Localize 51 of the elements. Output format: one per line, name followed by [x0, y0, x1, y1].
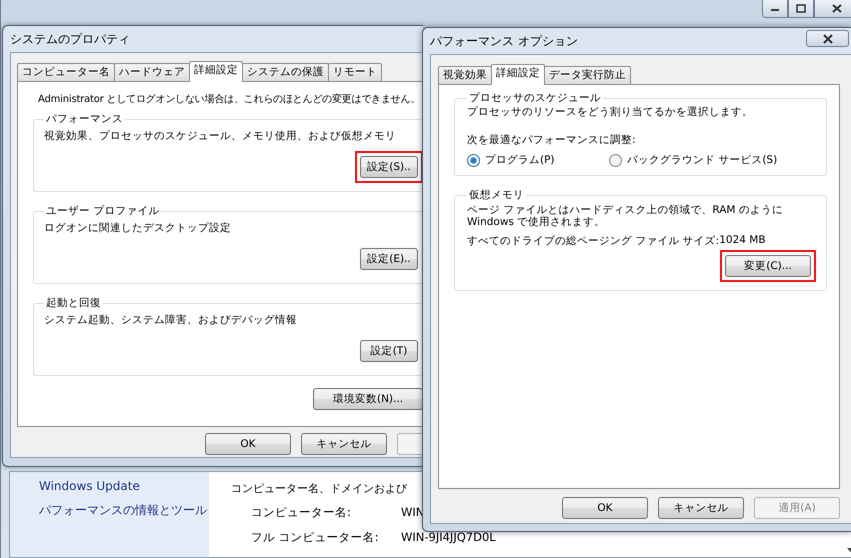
field-label: コンピューター名: — [251, 505, 351, 520]
radio-button[interactable] — [467, 154, 480, 166]
group-title: パフォーマンス — [45, 112, 124, 126]
window-title: パフォーマンス オプション — [429, 33, 578, 50]
minimize-button[interactable] — [762, 0, 788, 18]
section-heading: コンピューター名、ドメインおよび — [231, 482, 407, 495]
group-title: ユーザー プロファイル — [45, 204, 160, 218]
tab[interactable]: コンピューター名 — [17, 63, 115, 81]
ok-button[interactable]: OK — [562, 497, 648, 519]
sidebar-link[interactable]: パフォーマンスの情報とツール — [39, 501, 207, 519]
ok-button[interactable]: OK — [205, 433, 291, 455]
field-value: WIN-9JI4JJQ7D0L — [401, 530, 496, 545]
radio-button[interactable] — [609, 154, 622, 166]
sidebar-link[interactable]: Windows Update — [39, 477, 207, 495]
group-description: ページ ファイルとはハードディスク上の領域で、RAM のように Windows で使用されます。 — [467, 204, 784, 228]
tab[interactable]: リモート — [328, 63, 382, 81]
maximize-icon — [794, 4, 808, 14]
window-title: システムのプロパティ — [9, 31, 131, 48]
group-description: システム起動、システム障害、およびデバッグ情報 — [44, 313, 298, 327]
group-title: 起動と回復 — [45, 296, 102, 310]
tab[interactable]: システムの保護 — [242, 63, 329, 81]
group-title: 仮想メモリ — [468, 188, 525, 202]
close-button[interactable] — [806, 30, 849, 47]
radio-label[interactable]: バックグラウンド サービス(S) — [627, 153, 778, 167]
cancel-button[interactable]: キャンセル — [301, 433, 387, 455]
settings-button[interactable]: 設定(E).. — [360, 248, 418, 270]
size-label: すべてのドライブの総ページング ファイル サイズ: — [467, 234, 720, 248]
settings-button[interactable]: 設定(T) — [360, 340, 418, 362]
maximize-button[interactable] — [788, 0, 814, 18]
change-button[interactable]: 変更(C)... — [725, 255, 811, 277]
group-description: ログオンに関連したデスクトップ設定 — [44, 221, 232, 235]
close-icon — [830, 4, 844, 14]
environment-variables-button[interactable]: 環境変数(N)... — [313, 388, 423, 410]
tab[interactable]: ハードウェア — [114, 63, 190, 81]
prompt-text: 次を最適なパフォーマンスに調整: — [467, 133, 637, 147]
tab[interactable]: 詳細設定 — [491, 64, 545, 85]
group-description: プロセッサのリソースをどう割り当てるかを選択します。 — [467, 105, 754, 119]
radio-label[interactable]: プログラム(P) — [485, 153, 555, 167]
tab[interactable]: データ実行防止 — [544, 66, 631, 84]
notice-text: Administrator としてログオンしない場合は、これらのほとんどの変更はできません。 — [38, 92, 420, 106]
tab[interactable]: 視覚効果 — [438, 66, 492, 84]
close-button[interactable] — [814, 0, 851, 18]
tab[interactable]: 詳細設定 — [189, 61, 243, 82]
field-label: フル コンピューター名: — [251, 530, 379, 545]
cancel-button[interactable]: キャンセル — [658, 497, 744, 519]
group-description: 視覚効果、プロセッサのスケジュール、メモリ使用、および仮想メモリ — [44, 129, 397, 143]
close-icon — [820, 34, 834, 44]
group-title: プロセッサのスケジュール — [468, 91, 602, 105]
size-value: 1024 MB — [719, 234, 766, 246]
partial-button[interactable] — [397, 433, 423, 455]
settings-button[interactable]: 設定(S).. — [360, 156, 418, 178]
